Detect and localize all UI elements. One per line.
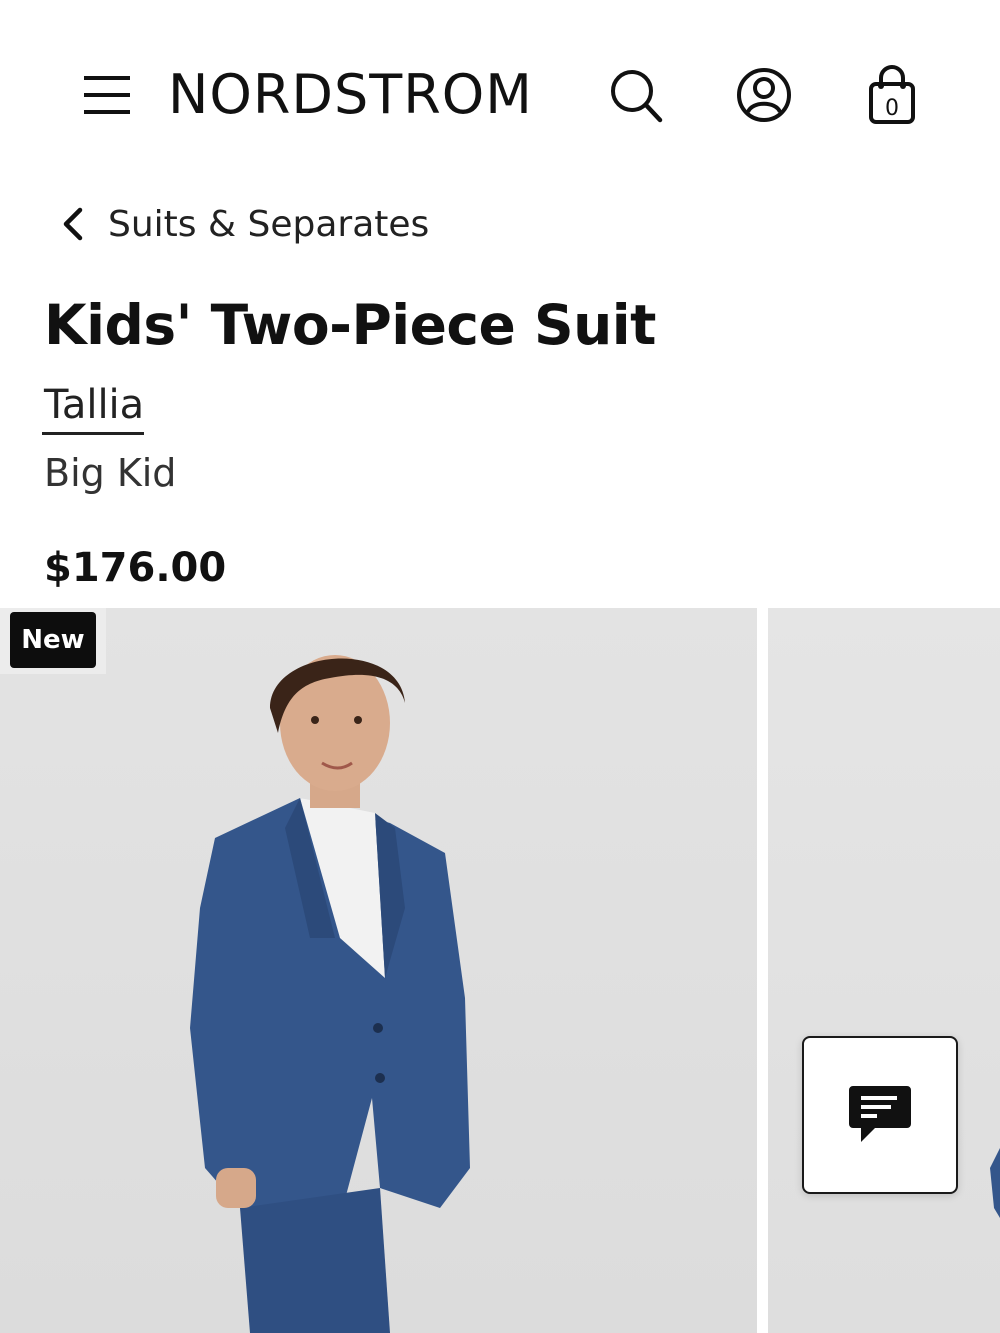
shopping-bag-icon: 0 [869,65,915,124]
brand-link[interactable]: Tallia [44,380,144,430]
brand-underline [42,432,144,435]
product-image-main[interactable]: New [0,608,757,1333]
chat-icon [849,1086,911,1142]
new-badge: New [10,612,96,668]
product-price: $176.00 [44,545,227,591]
product-photo-partial [990,1148,1000,1218]
size-group: Big Kid [44,451,177,495]
product-image-next[interactable] [768,608,1000,1333]
menu-icon[interactable] [82,70,132,120]
site-header: NORDSTROM 0 [0,0,1000,190]
chat-button[interactable] [802,1036,958,1194]
chevron-left-icon [63,207,83,241]
breadcrumb-label: Suits & Separates [108,203,430,245]
nordstrom-logo[interactable]: NORDSTROM [168,62,533,128]
breadcrumb[interactable]: Suits & Separates [58,198,429,250]
search-icon[interactable] [606,64,666,126]
shopping-bag-button[interactable]: 0 [862,64,922,126]
product-photo [190,655,470,1333]
product-gallery: New [0,608,1000,1333]
badge-container: New [0,608,106,674]
bag-count: 0 [885,96,899,121]
product-title: Kids' Two-Piece Suit [44,293,656,357]
account-icon[interactable] [734,64,794,126]
